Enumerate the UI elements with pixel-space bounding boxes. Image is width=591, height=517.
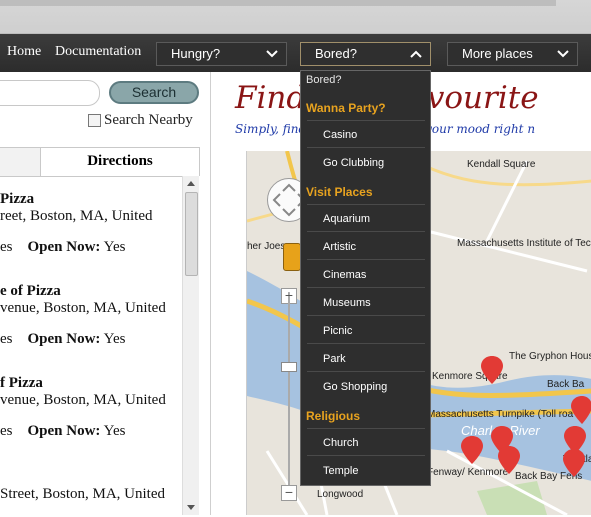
chevron-down-icon	[557, 50, 569, 58]
result-open-label: Open Now:	[27, 239, 101, 255]
browser-tabstrip	[0, 0, 556, 6]
result-address: Street, Boston, MA, United	[0, 486, 165, 502]
divider	[307, 147, 425, 148]
result-address: venue, Boston, MA, United	[0, 300, 166, 316]
street-view-pegman-icon[interactable]	[283, 243, 301, 271]
result-name: f Pizza	[0, 375, 43, 391]
dropdown-option-go-shopping[interactable]: Go Shopping	[301, 381, 430, 393]
result-status: es Open Now: Yes	[0, 331, 182, 348]
scroll-down-icon[interactable]	[187, 505, 195, 510]
search-nearby-checkbox[interactable]	[88, 114, 101, 127]
list-item[interactable]: Pizza reet, Boston, MA, United es Open N…	[0, 191, 182, 256]
result-status: es Open Now: Yes	[0, 239, 182, 256]
result-open-value: Yes	[103, 331, 126, 347]
dropdown-option-artistic[interactable]: Artistic	[301, 241, 430, 253]
tab-directions[interactable]: Directions	[40, 147, 200, 176]
navbar: Home Documentation Hungry? Bored? More p…	[0, 34, 591, 72]
chevron-down-icon	[266, 50, 278, 58]
hungry-select[interactable]: Hungry?	[156, 42, 287, 66]
dropdown-group-visit-places: Visit Places	[306, 185, 373, 199]
divider	[307, 120, 425, 121]
result-status-prefix: es	[0, 331, 13, 347]
marker-icon	[498, 446, 520, 474]
result-status-prefix: es	[0, 423, 13, 439]
dropdown-option-cinemas[interactable]: Cinemas	[301, 269, 430, 281]
hungry-select-value: Hungry?	[171, 46, 221, 61]
result-open-value: Yes	[103, 239, 126, 255]
browser-chrome	[0, 0, 591, 34]
list-item[interactable]: f Pizza venue, Boston, MA, United es Ope…	[0, 375, 182, 440]
chevron-up-icon	[410, 50, 422, 58]
divider	[307, 259, 425, 260]
divider	[307, 343, 425, 344]
divider	[307, 315, 425, 316]
divider	[307, 204, 425, 205]
zoom-track[interactable]	[288, 296, 290, 491]
result-status: es Open Now: Yes	[0, 423, 182, 440]
results-list: Pizza reet, Boston, MA, United es Open N…	[0, 176, 182, 517]
search-nearby-label: Search Nearby	[104, 112, 193, 128]
dropdown-group-religious: Religious	[306, 409, 361, 423]
zoom-slider-handle[interactable]	[281, 362, 297, 372]
search-input[interactable]	[0, 80, 100, 106]
result-name: e of Pizza	[0, 283, 61, 299]
bored-select[interactable]: Bored?	[300, 42, 431, 66]
dropdown-option-picnic[interactable]: Picnic	[301, 325, 430, 337]
divider	[307, 455, 425, 456]
dropdown-option-aquarium[interactable]: Aquarium	[301, 213, 430, 225]
dropdown-group-wanna-party: Wanna Party?	[306, 101, 386, 115]
result-name: Pizza	[0, 191, 35, 207]
result-status-prefix: es	[0, 239, 13, 255]
result-address: reet, Boston, MA, United	[0, 208, 153, 224]
result-open-value: Yes	[103, 423, 126, 439]
panel-tabs: Directions	[0, 147, 200, 176]
list-item[interactable]: e of Pizza venue, Boston, MA, United es …	[0, 283, 182, 348]
dropdown-option-temple[interactable]: Temple	[301, 465, 430, 477]
marker-icon	[563, 449, 585, 477]
search-nearby-option[interactable]: Search Nearby	[88, 112, 193, 129]
more-places-select-value: More places	[462, 46, 533, 61]
divider	[307, 231, 425, 232]
result-address: venue, Boston, MA, United	[0, 392, 166, 408]
dropdown-option-church[interactable]: Church	[301, 437, 430, 449]
dropdown-option-casino[interactable]: Casino	[301, 129, 430, 141]
zoom-out-button[interactable]: −	[281, 485, 297, 501]
scroll-up-icon[interactable]	[187, 181, 195, 186]
divider	[307, 371, 425, 372]
dropdown-option-go-clubbing[interactable]: Go Clubbing	[301, 157, 430, 169]
left-panel: Search Search Nearby Directions Pizza re…	[0, 72, 211, 515]
nav-documentation-link[interactable]: Documentation	[55, 44, 141, 60]
tab-results[interactable]	[0, 147, 42, 176]
result-open-label: Open Now:	[27, 331, 101, 347]
dropdown-option-bored[interactable]: Bored?	[301, 74, 430, 86]
dropdown-option-park[interactable]: Park	[301, 353, 430, 365]
bored-dropdown-menu: Bored? Wanna Party? Casino Go Clubbing V…	[300, 70, 431, 486]
results-scrollbar[interactable]	[182, 176, 199, 515]
dropdown-option-museums[interactable]: Museums	[301, 297, 430, 309]
bored-select-value: Bored?	[315, 46, 357, 61]
result-open-label: Open Now:	[27, 423, 101, 439]
list-item[interactable]: Street, Boston, MA, United	[0, 486, 182, 503]
more-places-select[interactable]: More places	[447, 42, 578, 66]
marker-icon	[461, 436, 483, 464]
marker-icon	[481, 356, 503, 384]
nav-home-link[interactable]: Home	[7, 44, 41, 60]
search-button[interactable]: Search	[109, 81, 199, 104]
divider	[307, 428, 425, 429]
scrollbar-thumb[interactable]	[185, 192, 198, 276]
divider	[307, 287, 425, 288]
marker-icon	[571, 396, 591, 424]
